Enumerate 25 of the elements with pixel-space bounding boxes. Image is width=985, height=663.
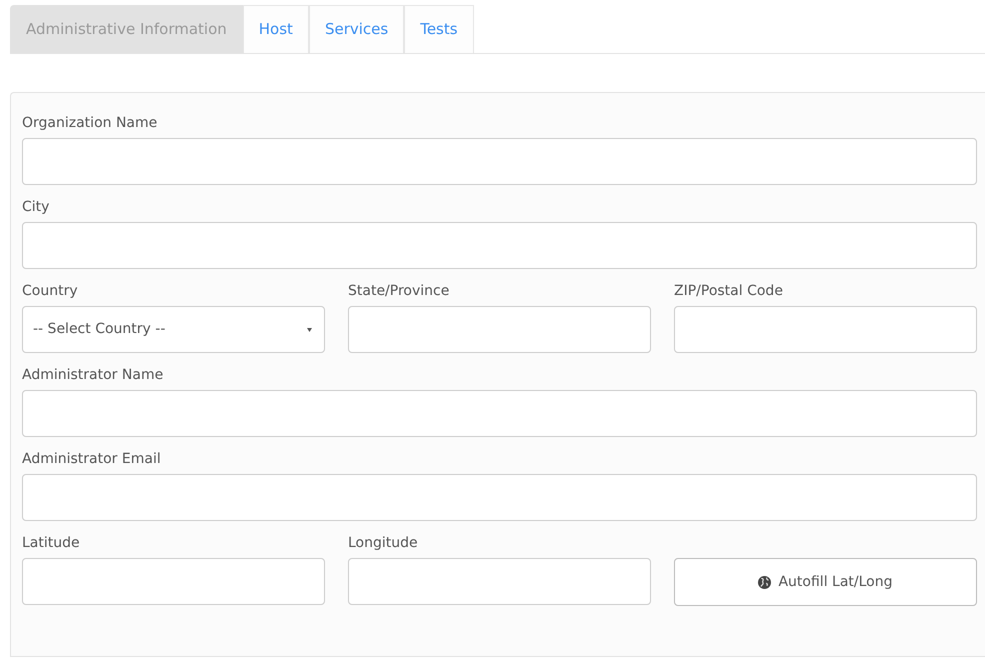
input-field[interactable]	[22, 222, 977, 269]
field-label: Organization Name	[22, 114, 158, 133]
input-field[interactable]	[22, 390, 977, 437]
input-field[interactable]	[348, 558, 651, 605]
tab[interactable]: Services	[308, 5, 404, 53]
tab[interactable]: Host	[242, 5, 309, 53]
globe-icon	[758, 576, 772, 588]
field-label: Latitude	[22, 534, 80, 553]
field-label: ZIP/Postal Code	[674, 282, 783, 301]
input-field[interactable]	[348, 306, 651, 353]
autofill-button[interactable]: Autofill Lat/Long	[674, 558, 977, 606]
caret-icon	[307, 328, 312, 332]
field-label: State/Province	[348, 282, 450, 301]
field-label: Administrator Email	[22, 450, 161, 469]
input-field[interactable]	[22, 138, 977, 185]
input-field[interactable]	[674, 306, 977, 353]
field-label: Administrator Name	[22, 366, 164, 385]
field-label: Country	[22, 282, 78, 301]
country-dropdown[interactable]: -- Select Country --	[22, 306, 325, 353]
input-field[interactable]	[22, 474, 977, 521]
field-label: City	[22, 198, 50, 217]
tab[interactable]: Administrative Information	[10, 5, 243, 53]
field-label: Longitude	[348, 534, 418, 553]
tab[interactable]: Tests	[404, 5, 474, 53]
input-field[interactable]	[22, 558, 325, 605]
